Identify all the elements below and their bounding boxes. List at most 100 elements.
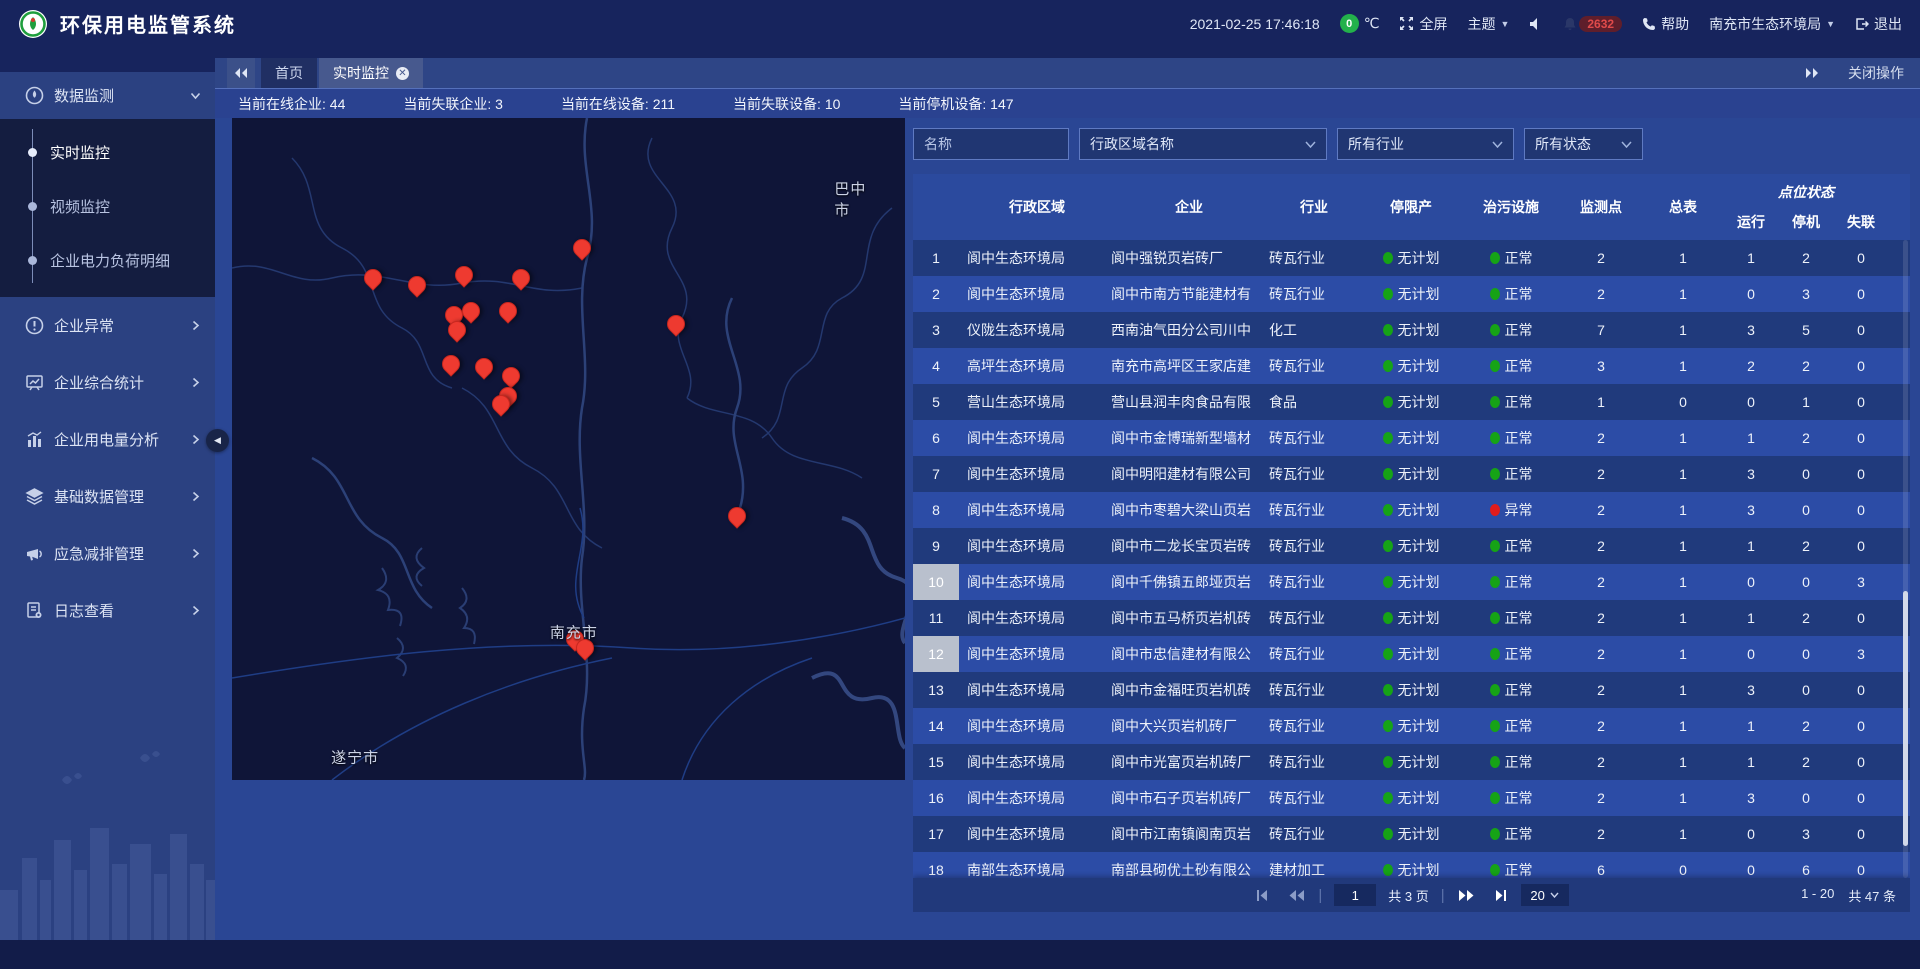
logout-button[interactable]: 退出 (1855, 14, 1902, 34)
cell-running: 3 (1723, 312, 1779, 348)
help-button[interactable]: 帮助 (1642, 14, 1689, 34)
cell-lost: 0 (1833, 816, 1889, 852)
cell-company: 阆中市石子页岩机砖厂 (1107, 780, 1267, 816)
speaker-icon (1529, 17, 1543, 31)
map-pin[interactable] (663, 312, 688, 337)
cell-region: 阆中生态环境局 (959, 456, 1107, 492)
table-row[interactable]: 9阆中生态环境局阆中市二龙长宝页岩砖砖瓦行业无计划正常21120 (913, 528, 1910, 564)
status-dot (1490, 792, 1500, 804)
map-pin[interactable] (404, 272, 429, 297)
prev-page-button[interactable] (1286, 885, 1306, 905)
region-select[interactable]: 行政区域名称 (1079, 128, 1327, 160)
table-row[interactable]: 17阆中生态环境局阆中市江南镇阆南页岩砖瓦行业无计划正常21030 (913, 816, 1910, 852)
row-index: 15 (913, 744, 959, 780)
table-row[interactable]: 16阆中生态环境局阆中市石子页岩机砖厂砖瓦行业无计划正常21300 (913, 780, 1910, 816)
chevron-icon (189, 605, 201, 617)
page-size-select[interactable]: 20 (1521, 884, 1569, 906)
table-row[interactable]: 13阆中生态环境局阆中市金福旺页岩机砖砖瓦行业无计划正常21300 (913, 672, 1910, 708)
fullscreen-button[interactable]: 全屏 (1399, 14, 1447, 34)
close-icon[interactable]: ✕ (396, 67, 409, 80)
map-panel[interactable]: 巴中市南充市遂宁市 ◀ (232, 118, 905, 780)
page-number-input[interactable]: 1 (1334, 884, 1376, 906)
table-row[interactable]: 6阆中生态环境局阆中市金博瑞新型墙材砖瓦行业无计划正常21120 (913, 420, 1910, 456)
table-body: 1阆中生态环境局阆中强锐页岩砖厂砖瓦行业无计划正常211202阆中生态环境局阆中… (913, 240, 1910, 878)
map-pin[interactable] (569, 236, 594, 261)
table-row[interactable]: 10阆中生态环境局阆中千佛镇五郎垭页岩砖瓦行业无计划正常21003 (913, 564, 1910, 600)
status-select[interactable]: 所有状态 (1524, 128, 1643, 160)
sidebar-group[interactable]: 企业用电量分析 (0, 411, 215, 468)
table-row[interactable]: 1阆中生态环境局阆中强锐页岩砖厂砖瓦行业无计划正常21120 (913, 240, 1910, 276)
tab-实时监控[interactable]: 实时监控✕ (319, 58, 423, 88)
map-pin[interactable] (458, 298, 483, 323)
table-row[interactable]: 18南部生态环境局南部县砌优土砂有限公建材加工无计划正常60060 (913, 852, 1910, 878)
theme-dropdown[interactable]: 主题 ▼ (1467, 14, 1509, 34)
map-pin[interactable] (724, 504, 749, 529)
row-index: 17 (913, 816, 959, 852)
map-pin[interactable] (438, 351, 463, 376)
status-dot (1490, 684, 1500, 696)
cell-industry: 砖瓦行业 (1267, 564, 1359, 600)
table-row[interactable]: 12阆中生态环境局阆中市忠信建材有限公砖瓦行业无计划正常21003 (913, 636, 1910, 672)
cell-industry: 砖瓦行业 (1267, 492, 1359, 528)
sidebar-group[interactable]: 基础数据管理 (0, 468, 215, 525)
table-row[interactable]: 7阆中生态环境局阆中明阳建材有限公司砖瓦行业无计划正常21300 (913, 456, 1910, 492)
industry-select[interactable]: 所有行业 (1337, 128, 1514, 160)
cell-company: 阆中市光富页岩机砖厂 (1107, 744, 1267, 780)
last-page-button[interactable] (1489, 885, 1509, 905)
cell-stopped: 0 (1779, 672, 1833, 708)
cell-total-meters: 1 (1643, 528, 1723, 564)
row-index: 14 (913, 708, 959, 744)
sidebar-item[interactable]: 实时监控 (0, 125, 215, 179)
cell-stopped: 2 (1779, 528, 1833, 564)
table-row[interactable]: 4高坪生态环境局南充市高坪区王家店建砖瓦行业无计划正常31220 (913, 348, 1910, 384)
column-header: 企业 (1107, 174, 1267, 240)
table-row[interactable]: 3仪陇生态环境局西南油气田分公司川中化工无计划正常71350 (913, 312, 1910, 348)
row-index: 2 (913, 276, 959, 312)
status-text: 无计划 (1398, 608, 1440, 628)
status-text: 无计划 (1398, 824, 1440, 844)
mute-button[interactable] (1529, 17, 1543, 31)
table-row[interactable]: 5营山生态环境局营山县润丰肉食品有限食品无计划正常10010 (913, 384, 1910, 420)
cell-stop-limit: 无计划 (1359, 816, 1463, 852)
sidebar-group[interactable]: 数据监测 (0, 72, 215, 119)
table-row[interactable]: 2阆中生态环境局阆中市南方节能建材有砖瓦行业无计划正常21030 (913, 276, 1910, 312)
alarm-button[interactable]: 2632 (1563, 16, 1622, 32)
first-page-button[interactable] (1254, 885, 1274, 905)
map-pin[interactable] (495, 298, 520, 323)
table-row[interactable]: 15阆中生态环境局阆中市光富页岩机砖厂砖瓦行业无计划正常21120 (913, 744, 1910, 780)
cell-company: 阆中市江南镇阆南页岩 (1107, 816, 1267, 852)
cell-region: 南部生态环境局 (959, 852, 1107, 878)
table-scrollbar[interactable] (1903, 240, 1908, 878)
status-dot (1383, 648, 1393, 660)
tab-首页[interactable]: 首页 (261, 58, 317, 88)
map-pin[interactable] (509, 265, 534, 290)
cell-total-meters: 0 (1643, 384, 1723, 420)
map-collapse-button[interactable]: ◀ (206, 429, 229, 452)
name-search-input[interactable] (913, 128, 1069, 160)
map-pin[interactable] (499, 363, 524, 388)
tabs-scroll-right-button[interactable] (1802, 63, 1822, 83)
tabs-scroll-left-button[interactable] (227, 58, 255, 88)
cell-stop-limit: 无计划 (1359, 564, 1463, 600)
org-dropdown[interactable]: 南充市生态环境局 ▼ (1709, 14, 1835, 34)
scrollbar-thumb[interactable] (1903, 591, 1908, 846)
next-page-button[interactable] (1457, 885, 1477, 905)
sidebar-group[interactable]: 企业异常 (0, 297, 215, 354)
column-header: 行业 (1267, 174, 1359, 240)
sidebar-item[interactable]: 视频监控 (0, 179, 215, 233)
table-row[interactable]: 14阆中生态环境局阆中大兴页岩机砖厂砖瓦行业无计划正常21120 (913, 708, 1910, 744)
close-operations-button[interactable]: 关闭操作 (1848, 63, 1904, 83)
map-pin[interactable] (361, 265, 386, 290)
chevron-icon (189, 434, 201, 446)
sidebar-group[interactable]: 应急减排管理 (0, 525, 215, 582)
table-row[interactable]: 8阆中生态环境局阆中市枣碧大梁山页岩砖瓦行业无计划异常21300 (913, 492, 1910, 528)
sidebar-group[interactable]: 日志查看 (0, 582, 215, 639)
sidebar-item[interactable]: 企业电力负荷明细 (0, 233, 215, 287)
status-text: 正常 (1505, 536, 1533, 556)
map-pin[interactable] (451, 262, 476, 287)
cell-lost: 0 (1833, 420, 1889, 456)
sidebar-group[interactable]: 企业综合统计 (0, 354, 215, 411)
table-row[interactable]: 11阆中生态环境局阆中市五马桥页岩机砖砖瓦行业无计划正常21120 (913, 600, 1910, 636)
map-pin[interactable] (472, 355, 497, 380)
cell-monitor-points: 2 (1559, 636, 1643, 672)
